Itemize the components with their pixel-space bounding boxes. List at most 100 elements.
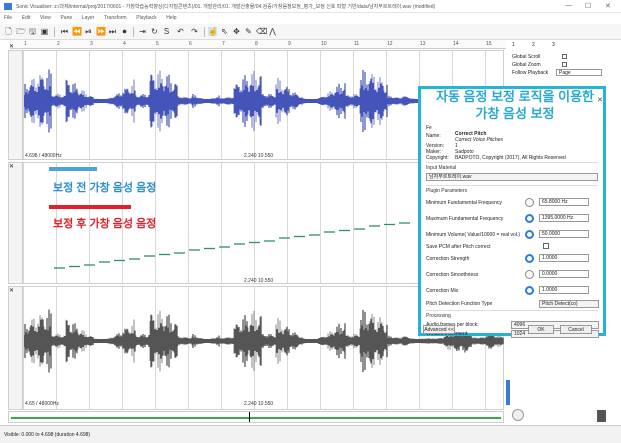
loop-icon[interactable]: ↻	[150, 27, 159, 36]
title-bar: Sonic Visualiser: z:/과제/internal/proj/20…	[0, 0, 621, 13]
maximize-button[interactable]: ☐	[585, 2, 591, 10]
undo-icon[interactable]: ↶	[176, 27, 185, 36]
cancel-button[interactable]: Cancel	[560, 325, 592, 334]
param-knob[interactable]	[525, 270, 534, 279]
position-label: 2.240 10.550	[244, 278, 274, 284]
layer-settings-icon[interactable]	[597, 410, 606, 422]
param-input[interactable]: 1.0000	[539, 286, 589, 294]
param-input[interactable]: 1395.0000 Hz	[539, 214, 589, 222]
ok-button[interactable]: OK	[528, 325, 554, 334]
ruler-tick-label: 3	[90, 41, 93, 47]
close-pane-icon[interactable]: ✕	[9, 287, 14, 294]
after-legend-swatch	[49, 205, 131, 209]
advanced-button[interactable]: Advanced <<	[423, 325, 455, 334]
overview-strip[interactable]	[8, 411, 504, 423]
ruler-tick-label: 10	[321, 41, 327, 47]
measure-tool-icon[interactable]: ⋀	[268, 27, 277, 36]
rewind-icon[interactable]: ⏪	[72, 27, 82, 36]
plugin-dialog: Fe Name: Correct Pitch Correct Voice Pit…	[418, 86, 606, 338]
param-label: Pitch Detection Function Type	[426, 301, 493, 307]
ruler-tick-label: 15	[486, 41, 492, 47]
param-input[interactable]: 0.0000	[539, 270, 589, 278]
ruler-tick-label: 11	[354, 41, 360, 47]
open-file-icon[interactable]: 🗁	[16, 27, 26, 36]
input-material-title: Input Material	[426, 165, 457, 171]
minimize-button[interactable]: —	[565, 2, 572, 9]
follow-playback-select[interactable]: Page	[556, 69, 602, 76]
close-pane-icon[interactable]: ✕	[9, 163, 14, 170]
menu-bar: File Edit View Pane Layer Transform Play…	[0, 13, 621, 24]
toolbar-divider	[204, 27, 205, 37]
property-panel: 1 2 3 Global Scroll Global Zoom Follow P…	[506, 40, 606, 80]
toolbar-divider	[54, 27, 55, 37]
save-icon[interactable]: 🖫	[28, 27, 37, 36]
tab-1[interactable]: 1	[512, 42, 515, 48]
param-input[interactable]: 1.0000	[539, 254, 589, 262]
menu-transform[interactable]: Transform	[104, 15, 127, 21]
ruler-tick-label: 1	[24, 41, 27, 47]
fast-forward-icon[interactable]: ⏩	[96, 27, 106, 36]
divider	[426, 310, 598, 311]
redo-icon[interactable]: ↷	[190, 27, 199, 36]
param-knob[interactable]	[525, 198, 534, 207]
window-title: Sonic Visualiser: z:/과제/internal/proj/20…	[16, 4, 436, 10]
ruler-tick-label: 12	[387, 41, 393, 47]
draw-tool-icon[interactable]: ✎	[244, 27, 253, 36]
samplerate-label: 4.698 / 48000Hz	[25, 153, 62, 159]
menu-layer[interactable]: Layer	[82, 15, 95, 21]
param-input[interactable]: 65.8000 Hz	[539, 198, 589, 206]
close-button[interactable]: ✕	[605, 2, 611, 10]
overview-waveform	[11, 417, 501, 419]
amplitude-axis	[9, 287, 23, 409]
play-selection-icon[interactable]: ⇥	[138, 27, 147, 36]
select-tool-icon[interactable]: ⇖	[220, 27, 229, 36]
move-tool-icon[interactable]: ✥	[232, 27, 241, 36]
status-text: Visible: 0.000 to 4.698 (duration 4.698)	[4, 432, 91, 438]
app-icon	[4, 3, 12, 10]
menu-file[interactable]: File	[4, 15, 12, 21]
global-scroll-label: Global Scroll	[512, 54, 541, 60]
menu-pane[interactable]: Pane	[60, 15, 72, 21]
menu-playback[interactable]: Playback	[136, 15, 156, 21]
param-knob[interactable]	[525, 214, 534, 223]
global-zoom-checkbox[interactable]	[562, 62, 567, 67]
menu-edit[interactable]: Edit	[22, 15, 31, 21]
ruler-tick-label: 8	[255, 41, 258, 47]
param-label: Correction Strength	[426, 256, 470, 262]
playback-speed-slider[interactable]	[506, 380, 510, 405]
menu-view[interactable]: View	[40, 15, 51, 21]
playhead	[249, 412, 250, 422]
copyright-value: BADPOTO, Copyright (2017), All Rights Re…	[455, 155, 566, 161]
param-label: Minimum Volume( Value/10000 = real vol.)	[426, 232, 520, 238]
global-scroll-checkbox[interactable]	[562, 54, 567, 59]
param-input[interactable]: 50.0000	[539, 230, 589, 238]
param-knob[interactable]	[525, 254, 534, 263]
save-pcm-checkbox[interactable]	[543, 243, 549, 249]
solo-icon[interactable]: S	[162, 27, 171, 36]
ruler-tick-label: 9	[288, 41, 291, 47]
dialog-caption: 자동 음정 보정 로직을 이용한 가창 음성 보정	[436, 89, 594, 121]
param-label: Correction Smoothness	[426, 272, 479, 278]
tab-3[interactable]: 3	[552, 42, 555, 48]
divider	[426, 162, 598, 163]
volume-knob[interactable]	[512, 409, 524, 421]
navigate-tool-icon[interactable]: ☝	[208, 27, 218, 36]
rewind-start-icon[interactable]: ⏮	[60, 27, 69, 36]
follow-playback-label: Follow Playback	[512, 70, 549, 76]
menu-help[interactable]: Help	[166, 15, 176, 21]
amplitude-axis	[9, 51, 23, 159]
param-label: Correction Mix	[426, 288, 459, 294]
close-pane-icon[interactable]: ✕	[9, 43, 14, 50]
erase-tool-icon[interactable]: ⌫	[256, 27, 267, 36]
param-knob[interactable]	[525, 286, 534, 295]
save-session-icon[interactable]: ▣	[40, 27, 49, 36]
param-knob[interactable]	[525, 230, 534, 239]
record-icon[interactable]: ⏺	[120, 27, 129, 36]
new-file-icon[interactable]: 🗋	[4, 27, 13, 36]
tab-2[interactable]: 2	[532, 42, 535, 48]
skip-end-icon[interactable]: ⏭	[108, 27, 117, 36]
name-label: Name:	[426, 133, 441, 139]
input-file-select[interactable]: 남자부르트레이.wav	[426, 173, 598, 181]
pitch-detection-select[interactable]: Pitch Detect(co)	[539, 300, 599, 308]
play-pause-icon[interactable]: ⏯	[84, 27, 93, 36]
